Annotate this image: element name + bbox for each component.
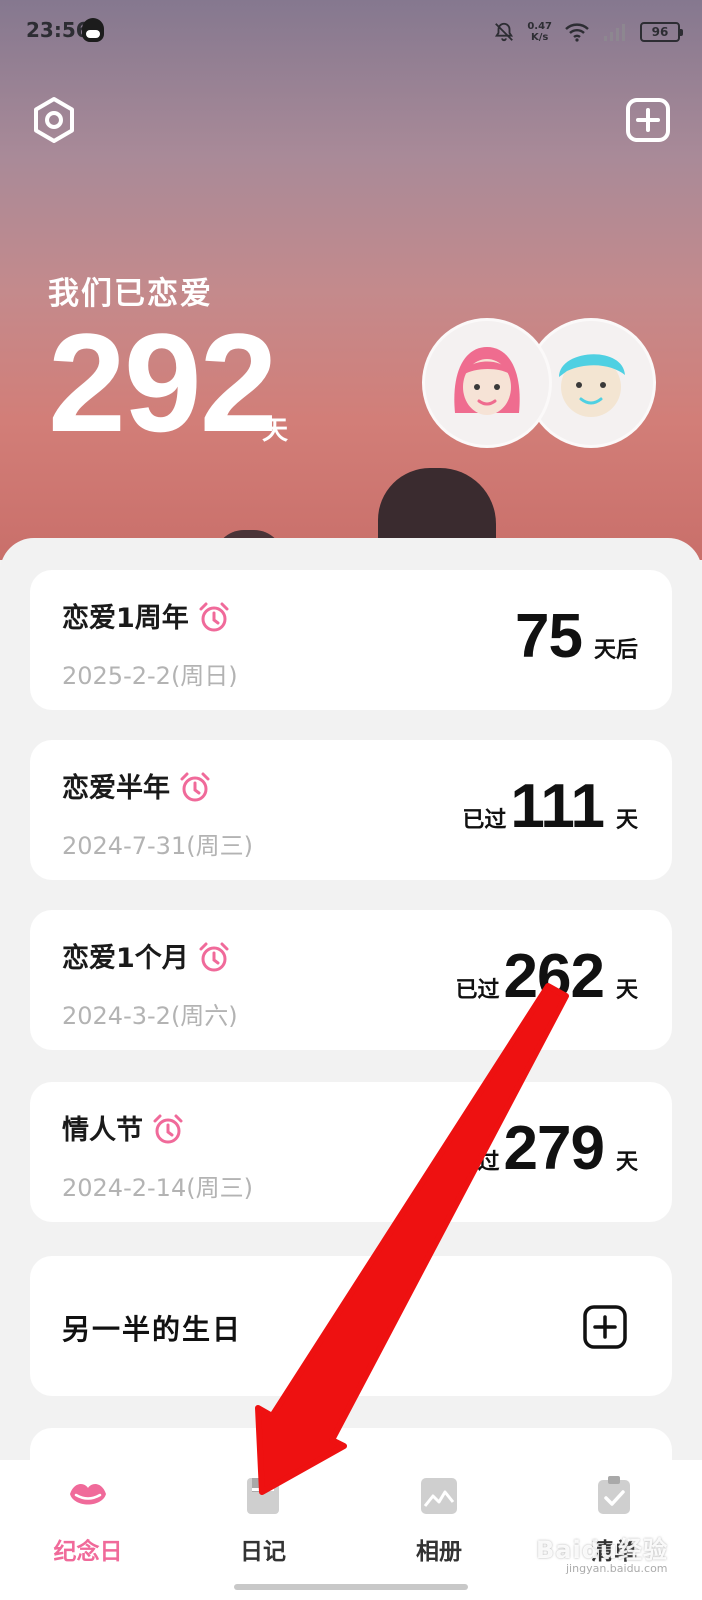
love-days-unit: 天 <box>262 416 289 446</box>
alarm-clock-icon <box>153 1114 183 1143</box>
settings-button[interactable] <box>30 96 78 144</box>
wifi-icon <box>565 23 589 42</box>
anniversary-card[interactable]: 恋爱1周年 2025-2-2(周日) 75 天后 <box>30 570 672 710</box>
anniversary-days: 279 <box>503 1114 605 1183</box>
status-time: 23:56 <box>26 18 90 42</box>
anniversary-countdown: 已过 111 天 <box>462 776 638 838</box>
baidu-watermark-url: jingyan.baidu.com <box>566 1562 668 1575</box>
partner-avatar-girl[interactable] <box>422 318 552 448</box>
qq-notification-icon <box>82 18 104 42</box>
battery-indicator: 96 <box>640 22 683 42</box>
anniversary-card[interactable]: 恋爱1个月 2024-3-2(周六) 已过 262 天 <box>30 910 672 1050</box>
status-bar: 23:56 0.47 K/s 96 <box>0 0 702 64</box>
anniversary-days: 111 <box>510 772 605 841</box>
baidu-watermark: Baidu经验 <box>536 1536 668 1564</box>
tab-diary[interactable]: 日记 <box>193 1474 333 1574</box>
anniversary-date: 2024-3-2(周六) <box>62 1002 238 1030</box>
alarm-clock-icon <box>199 942 229 971</box>
anniversary-title: 恋爱1个月 <box>62 936 231 977</box>
anniversary-title: 恋爱半年 <box>62 766 212 807</box>
tab-anniversary-label: 纪念日 <box>53 1539 123 1565</box>
anniversary-card[interactable]: 情人节 2024-2-14(周三) 已过 279 天 <box>30 1082 672 1222</box>
anniversary-countdown: 已过 279 天 <box>456 1118 638 1180</box>
anniversary-days-suffix: 天 <box>615 808 638 833</box>
love-days-count: 292 <box>48 304 278 461</box>
tab-album-label: 相册 <box>416 1539 462 1565</box>
anniversary-days-prefix: 已过 <box>455 978 500 1003</box>
anniversary-days-prefix: 已过 <box>455 1150 500 1175</box>
bell-muted-icon <box>495 22 514 42</box>
checklist-icon <box>598 1476 630 1514</box>
anniversary-title: 情人节 <box>62 1108 185 1149</box>
anniversary-days-prefix: 已过 <box>462 808 507 833</box>
anniversary-days-suffix: 天 <box>615 978 638 1003</box>
lips-icon <box>70 1484 106 1505</box>
home-indicator[interactable] <box>234 1584 468 1590</box>
status-right: 0.47 K/s 96 <box>493 18 683 46</box>
network-speed: 0.47 K/s <box>527 21 552 43</box>
anniversary-date: 2024-7-31(周三) <box>62 832 253 860</box>
anniversary-countdown: 已过 262 天 <box>456 946 638 1008</box>
anniversary-countdown: 75 天后 <box>515 606 638 668</box>
diary-icon <box>247 1478 279 1514</box>
alarm-clock-icon <box>180 772 210 801</box>
tab-album[interactable]: 相册 <box>369 1474 509 1574</box>
add-birthday-button[interactable] <box>582 1304 628 1350</box>
signal-icon <box>604 24 625 41</box>
girl-avatar-icon <box>454 347 520 415</box>
tab-diary-label: 日记 <box>240 1539 286 1565</box>
alarm-clock-icon <box>199 602 229 631</box>
partner-birthday-title: 另一半的生日 <box>62 1313 243 1346</box>
anniversary-days: 262 <box>503 942 605 1011</box>
anniversary-date: 2024-2-14(周三) <box>62 1174 253 1202</box>
album-icon <box>421 1478 457 1514</box>
anniversary-date: 2025-2-2(周日) <box>62 662 238 690</box>
anniversary-title: 恋爱1周年 <box>62 596 231 637</box>
anniversary-days-suffix: 天 <box>615 1150 638 1175</box>
add-anniversary-button[interactable] <box>624 96 672 144</box>
partner-birthday-card[interactable]: 另一半的生日 <box>30 1256 672 1396</box>
anniversary-card[interactable]: 恋爱半年 2024-7-31(周三) 已过 111 天 <box>30 740 672 880</box>
tab-anniversary[interactable]: 纪念日 <box>18 1474 158 1574</box>
anniversary-days: 75 <box>515 602 583 671</box>
anniversary-days-suffix: 天后 <box>593 638 638 663</box>
